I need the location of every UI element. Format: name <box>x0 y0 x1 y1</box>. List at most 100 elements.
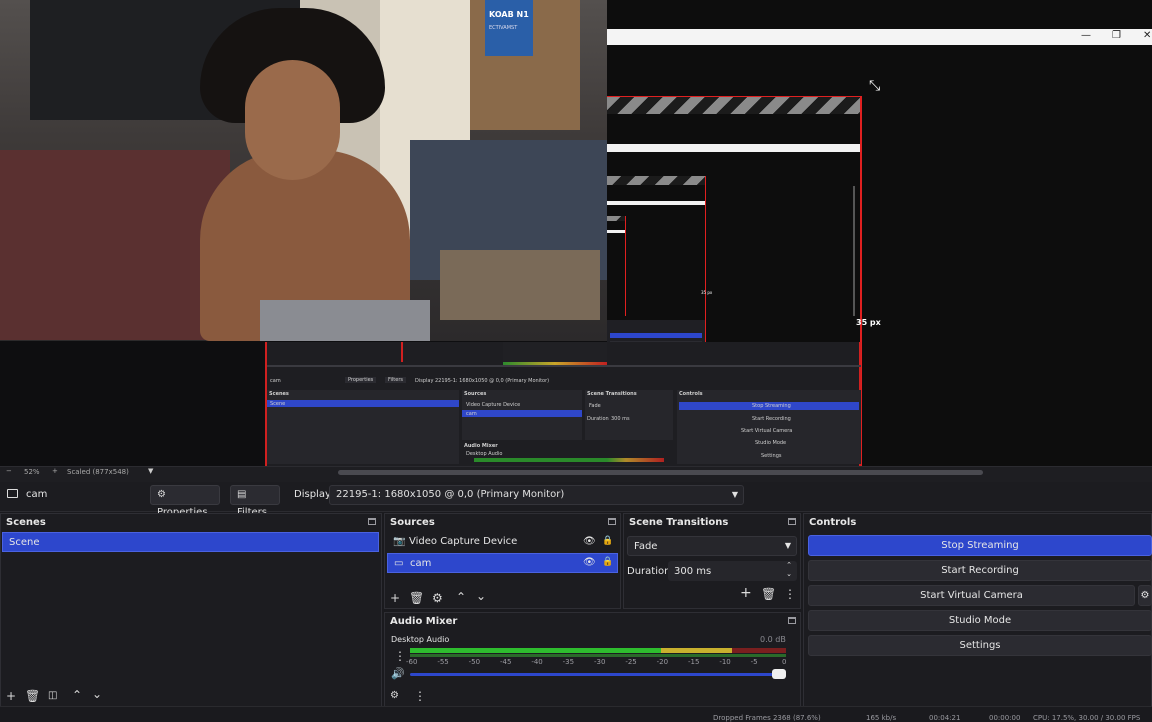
scrollbar-v[interactable] <box>853 186 855 316</box>
zoom-minus-icon[interactable]: − <box>6 467 12 475</box>
settings-button[interactable]: Settings <box>808 635 1152 656</box>
red-bound-line-3 <box>625 216 626 316</box>
audio-tick-label: -45 <box>500 658 512 666</box>
audio-meter-level <box>410 648 732 653</box>
add-source-icon[interactable]: + <box>390 592 400 604</box>
eye-icon[interactable]: 👁 <box>583 536 596 547</box>
audio-tick-label: -50 <box>468 658 481 666</box>
add-scene-icon[interactable]: + <box>6 690 16 702</box>
gear-icon: ⚙ <box>1140 590 1150 601</box>
lock-icon[interactable]: 🔒 <box>602 536 613 546</box>
scene-item[interactable]: Scene <box>2 532 379 552</box>
remove-scene-icon[interactable]: 🗑 <box>25 690 40 702</box>
move-up-icon[interactable]: ⌃ <box>456 591 466 603</box>
mixer-settings-icon[interactable]: ⚙ <box>390 690 399 702</box>
display-label: Display <box>294 489 331 500</box>
mini-controls-title: Controls <box>679 391 703 397</box>
webcam-feed-image: KOAB N1 ECTIVAMST <box>0 0 607 341</box>
undock-icon[interactable] <box>788 518 796 525</box>
audio-tick-label: -40 <box>531 658 543 666</box>
status-bar <box>0 706 1152 720</box>
rec-timer: 00:00:00 <box>989 714 1021 722</box>
remove-transition-icon[interactable]: 🗑 <box>761 588 776 600</box>
red-marker <box>401 342 403 362</box>
mixer-menu-icon[interactable]: ⋮ <box>414 690 426 702</box>
lock-icon[interactable]: 🔒 <box>602 557 613 567</box>
face <box>245 60 340 180</box>
zoom-plus-icon[interactable]: + <box>52 467 58 475</box>
stop-streaming-button[interactable]: Stop Streaming <box>808 535 1152 556</box>
transitions-title: Scene Transitions <box>629 517 729 528</box>
studio-mode-label: Studio Mode <box>948 615 1012 626</box>
transition-select[interactable]: Fade ▼ <box>627 536 797 556</box>
studio-mode-button[interactable]: Studio Mode <box>808 610 1152 631</box>
move-down-icon[interactable]: ⌄ <box>92 688 102 700</box>
volume-icon[interactable]: 🔊 <box>391 668 405 680</box>
nested-stop-streaming <box>610 333 702 338</box>
mini-scroll <box>267 365 861 367</box>
properties-button[interactable]: ⚙ Properties <box>150 485 220 518</box>
duration-value: 300 ms <box>674 566 712 577</box>
volume-slider-handle[interactable] <box>772 669 786 679</box>
undock-icon[interactable] <box>608 518 616 525</box>
scenes-title: Scenes <box>6 517 46 528</box>
mini-settings: Settings <box>761 453 782 459</box>
move-down-icon[interactable]: ⌄ <box>476 590 486 602</box>
display-select[interactable]: 22195-1: 1680x1050 @ 0,0 (Primary Monito… <box>329 485 744 505</box>
filters-button[interactable]: ▤ Filters <box>230 485 280 518</box>
mini-scene-selected <box>267 400 459 407</box>
resize-icon[interactable]: ⤡ <box>869 78 880 94</box>
scene-item-label: Scene <box>9 537 40 548</box>
live-timer: 00:04:21 <box>929 714 961 722</box>
audio-tick-label: -30 <box>594 658 606 666</box>
mini-audio-meter <box>474 458 664 462</box>
mini-scene-item: Scene <box>270 401 286 407</box>
audio-meter-bg-2 <box>410 654 786 657</box>
monitor-icon: ▭ <box>394 558 404 569</box>
mini-sources-title: Sources <box>464 391 487 397</box>
move-up-icon[interactable]: ⌃ <box>72 689 82 701</box>
undock-icon[interactable] <box>788 617 796 624</box>
close-icon[interactable]: ✕ <box>1143 30 1151 41</box>
recursive-obs-ui: cam Properties Filters Display 22195-1: … <box>265 342 861 466</box>
virtual-camera-settings-button[interactable]: ⚙ <box>1138 585 1152 606</box>
source-label: cam <box>410 558 432 569</box>
zoom-level: 52% <box>24 468 40 476</box>
dropped-frames: Dropped Frames 2368 (87.6%) <box>713 714 821 722</box>
preview-canvas[interactable]: KOAB N1 ECTIVAMST — ❐ ✕ ⤡ 35 px 35 px ca… <box>0 0 1152 466</box>
filters-icon: ▤ <box>237 489 247 500</box>
eye-icon[interactable]: 👁 <box>583 557 596 568</box>
transition-menu-icon[interactable]: ⋮ <box>784 588 796 600</box>
mini-filters: Filters <box>385 377 406 383</box>
poster: KOAB N1 ECTIVAMST <box>485 0 533 56</box>
preview-scrollbar[interactable] <box>338 470 983 475</box>
stripe-bar-2 <box>607 176 705 185</box>
add-transition-icon[interactable]: + <box>740 586 752 600</box>
mini-audio-title: Audio Mixer <box>464 443 498 449</box>
start-recording-button[interactable]: Start Recording <box>808 560 1152 581</box>
scene-filters-icon[interactable]: ◫ <box>48 690 57 702</box>
mini-start-virtual: Start Virtual Camera <box>741 428 793 434</box>
scale-dropdown-icon[interactable]: ▼ <box>148 467 153 475</box>
remove-source-icon[interactable]: 🗑 <box>409 592 424 604</box>
channel-menu-icon[interactable]: ⋮ <box>394 650 406 662</box>
spin-down-icon[interactable]: ⌄ <box>786 570 792 578</box>
source-properties-icon[interactable]: ⚙ <box>432 592 443 604</box>
undock-icon[interactable] <box>368 518 376 525</box>
audio-tick-label: -10 <box>719 658 731 666</box>
distance-label: 35 px <box>856 318 881 327</box>
red-bound-top <box>607 96 861 97</box>
duration-label: Duration <box>627 566 671 577</box>
scale-mode-label[interactable]: Scaled (877x548) <box>67 468 129 476</box>
volume-slider[interactable] <box>410 673 784 676</box>
duration-spinbox[interactable]: 300 ms ⌃ ⌄ <box>668 561 797 581</box>
red-bound-line-2 <box>705 176 706 366</box>
spin-up-icon[interactable]: ⌃ <box>786 561 792 569</box>
chevron-down-icon: ▼ <box>784 541 791 550</box>
desk <box>0 150 230 340</box>
restore-icon[interactable]: ❐ <box>1112 30 1121 41</box>
audio-db-value: 0.0 dB <box>760 635 786 644</box>
mini-source-selected <box>462 410 582 417</box>
minimize-icon[interactable]: — <box>1081 30 1091 41</box>
start-virtual-camera-button[interactable]: Start Virtual Camera <box>808 585 1135 606</box>
